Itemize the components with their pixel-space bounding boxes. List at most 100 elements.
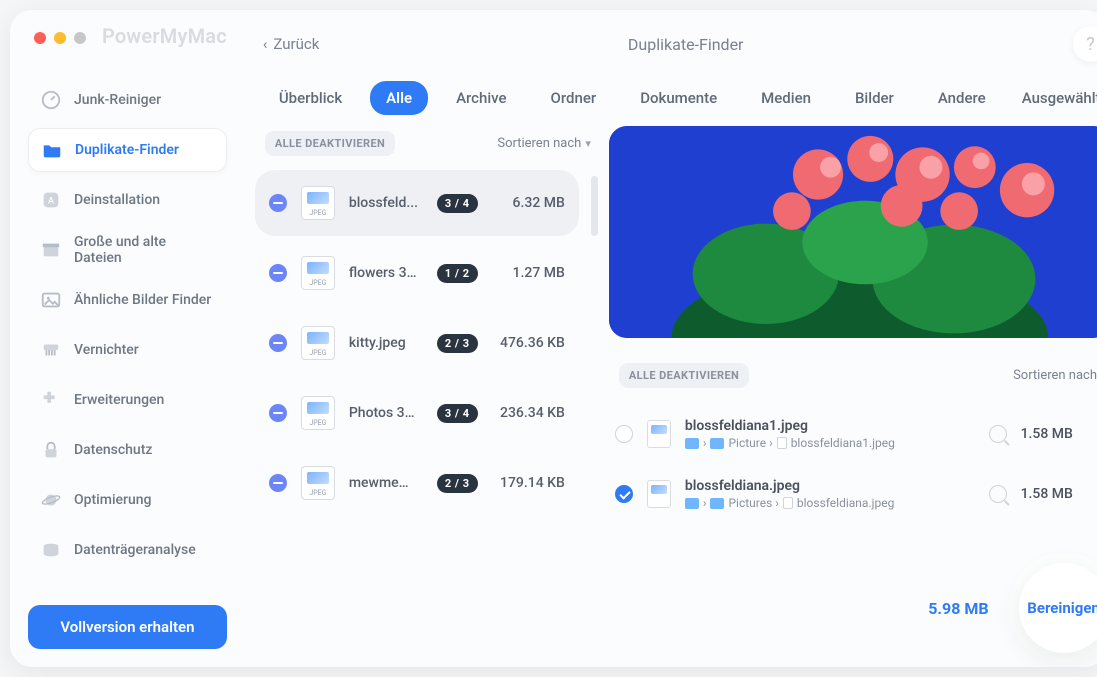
page-title: Duplikate-Finder: [628, 35, 744, 54]
plugin-icon: [40, 389, 62, 411]
sidebar-item-datentr-geranalyse[interactable]: Datenträgeranalyse: [28, 528, 227, 572]
file-thumb: [647, 480, 671, 508]
sidebar-item-label: Große und alte Dateien: [74, 234, 215, 266]
chevron-left-icon: ‹: [263, 35, 268, 53]
back-label: Zurück: [273, 35, 319, 53]
lock-icon: [40, 439, 62, 461]
sidebar-nav: Junk-Reiniger Duplikate-Finder ADeinstalla…: [28, 78, 227, 595]
file-row[interactable]: blossfeldiana1.jpeg › Picture › blossfeld…: [609, 406, 1097, 462]
file-path: › Pictures › blossfeldiana.jpeg: [685, 496, 975, 510]
sidebar-item-junk-reiniger[interactable]: Junk-Reiniger: [28, 78, 227, 122]
folder-icon: [41, 139, 63, 161]
group-row[interactable]: JPEGkitty.jpeg2 / 3476.36 KB: [255, 310, 579, 376]
sidebar-item-label: Erweiterungen: [74, 392, 164, 408]
group-name: mewme…: [349, 475, 423, 491]
selected-total: 5.98 MB: [928, 599, 988, 618]
box-icon: [40, 239, 62, 261]
file-name: blossfeldiana1.jpeg: [685, 418, 975, 434]
clean-button[interactable]: Bereinigen: [1019, 563, 1097, 653]
group-size: 476.36 KB: [492, 335, 565, 351]
duplicate-groups-panel: ALLE DEAKTIVIEREN Sortieren nach ▾ JPEGb…: [255, 126, 595, 653]
app-name: PowerMyMac: [102, 24, 227, 48]
footer: 5.98 MB Bereinigen: [928, 563, 1097, 653]
group-row[interactable]: JPEGPhotos 3…3 / 4236.34 KB: [255, 380, 579, 446]
tab-ordner[interactable]: Ordner: [535, 81, 613, 115]
sidebar-item-gro-e-und-alte-dateien[interactable]: Große und alte Dateien: [28, 228, 227, 272]
group-size: 1.27 MB: [492, 265, 565, 281]
sidebar-item--hnliche-bilder-finder[interactable]: Ähnliche Bilder Finder: [28, 278, 227, 322]
folder-icon: [710, 498, 724, 509]
file-size: 1.58 MB: [1021, 426, 1091, 442]
shredder-icon: [40, 339, 62, 361]
group-row[interactable]: JPEGmewme…2 / 3179.14 KB: [255, 450, 579, 516]
sidebar-item-label: Optimierung: [74, 492, 151, 508]
sidebar-item-optimierung[interactable]: Optimierung: [28, 478, 227, 522]
sidebar-item-duplikate-finder[interactable]: Duplikate-Finder: [28, 128, 227, 172]
group-name: kitty.jpeg: [349, 335, 423, 351]
reveal-icon[interactable]: [989, 485, 1007, 503]
group-row[interactable]: JPEGflowers 3…1 / 21.27 MB: [255, 240, 579, 306]
deselect-icon[interactable]: [269, 404, 287, 422]
document-icon: [783, 497, 793, 509]
file-size: 1.58 MB: [1021, 486, 1091, 502]
file-thumb: [647, 420, 671, 448]
sidebar-item-deinstallation[interactable]: ADeinstallation: [28, 178, 227, 222]
tab-überblick[interactable]: Überblick: [263, 81, 358, 115]
help-button[interactable]: ?: [1073, 26, 1097, 62]
deactivate-all-button[interactable]: ALLE DEAKTIVIEREN: [265, 131, 395, 156]
deselect-icon[interactable]: [269, 334, 287, 352]
sort-files-button[interactable]: Sortieren nach ▾: [1013, 368, 1097, 383]
file-path: › Picture › blossfeldiana1.jpeg: [685, 436, 975, 450]
files-toolbar: ALLE DEAKTIVIEREN Sortieren nach ▾: [609, 358, 1097, 392]
tab-andere[interactable]: Andere: [922, 81, 1002, 115]
group-name: Photos 3…: [349, 405, 423, 421]
app-window: PowerMyMac Junk-Reiniger Duplikate-Finder…: [10, 10, 1097, 667]
sidebar-item-vernichter[interactable]: Vernichter: [28, 328, 227, 372]
checkbox[interactable]: [615, 485, 633, 503]
group-name: flowers 3…: [349, 265, 423, 281]
gauge-icon: [40, 89, 62, 111]
checkbox[interactable]: [615, 425, 633, 443]
header: ‹ Zurück Duplikate-Finder ?: [241, 18, 1097, 70]
back-button[interactable]: ‹ Zurück: [263, 35, 319, 53]
group-list: JPEGblossfeld...3 / 46.32 MBJPEGflowers …: [255, 170, 595, 516]
sidebar-item-label: Ähnliche Bilder Finder: [74, 292, 211, 308]
file-list: blossfeldiana1.jpeg › Picture › blossfeld…: [609, 406, 1097, 522]
tab-ausgewählt[interactable]: Ausgewählt: [1014, 81, 1097, 115]
tab-alle[interactable]: Alle: [370, 81, 428, 115]
minimize-window-icon[interactable]: [54, 32, 66, 44]
file-thumb: JPEG: [301, 326, 335, 360]
sidebar-item-erweiterungen[interactable]: Erweiterungen: [28, 378, 227, 422]
tab-medien[interactable]: Medien: [745, 81, 827, 115]
tab-archive[interactable]: Archive: [440, 81, 522, 115]
reveal-icon[interactable]: [989, 425, 1007, 443]
deselect-icon[interactable]: [269, 194, 287, 212]
sort-button[interactable]: Sortieren nach ▾: [497, 136, 591, 151]
file-row[interactable]: blossfeldiana.jpeg › Pictures › blossfeld…: [609, 466, 1097, 522]
file-info: blossfeldiana1.jpeg › Picture › blossfeld…: [685, 418, 975, 450]
full-version-button[interactable]: Vollversion erhalten: [28, 605, 227, 649]
sidebar-item-label: Datenschutz: [74, 442, 152, 458]
sidebar-item-label: Junk-Reiniger: [74, 92, 161, 108]
maximize-window-icon[interactable]: [74, 32, 86, 44]
sidebar-item-label: Vernichter: [74, 342, 139, 358]
group-row[interactable]: JPEGblossfeld...3 / 46.32 MB: [255, 170, 579, 236]
file-name: blossfeldiana.jpeg: [685, 478, 975, 494]
deactivate-all-files-button[interactable]: ALLE DEAKTIVIEREN: [619, 363, 749, 388]
close-window-icon[interactable]: [34, 32, 46, 44]
tab-dokumente[interactable]: Dokumente: [624, 81, 733, 115]
sidebar-item-label: Datenträgeranalyse: [74, 542, 196, 558]
file-thumb: JPEG: [301, 396, 335, 430]
sidebar-item-label: Deinstallation: [74, 192, 160, 208]
sidebar-item-datenschutz[interactable]: Datenschutz: [28, 428, 227, 472]
groups-toolbar: ALLE DEAKTIVIEREN Sortieren nach ▾: [255, 126, 595, 160]
tab-bilder[interactable]: Bilder: [839, 81, 910, 115]
deselect-icon[interactable]: [269, 474, 287, 492]
main-panel: ‹ Zurück Duplikate-Finder ? Überblick All…: [241, 10, 1097, 667]
group-size: 236.34 KB: [492, 405, 565, 421]
scrollbar[interactable]: [591, 176, 598, 236]
group-size: 179.14 KB: [492, 475, 565, 491]
deselect-icon[interactable]: [269, 264, 287, 282]
count-badge: 2 / 3: [437, 474, 478, 493]
filter-tabs: Überblick Alle Archive Ordner Dokumente Medie…: [241, 70, 1097, 126]
